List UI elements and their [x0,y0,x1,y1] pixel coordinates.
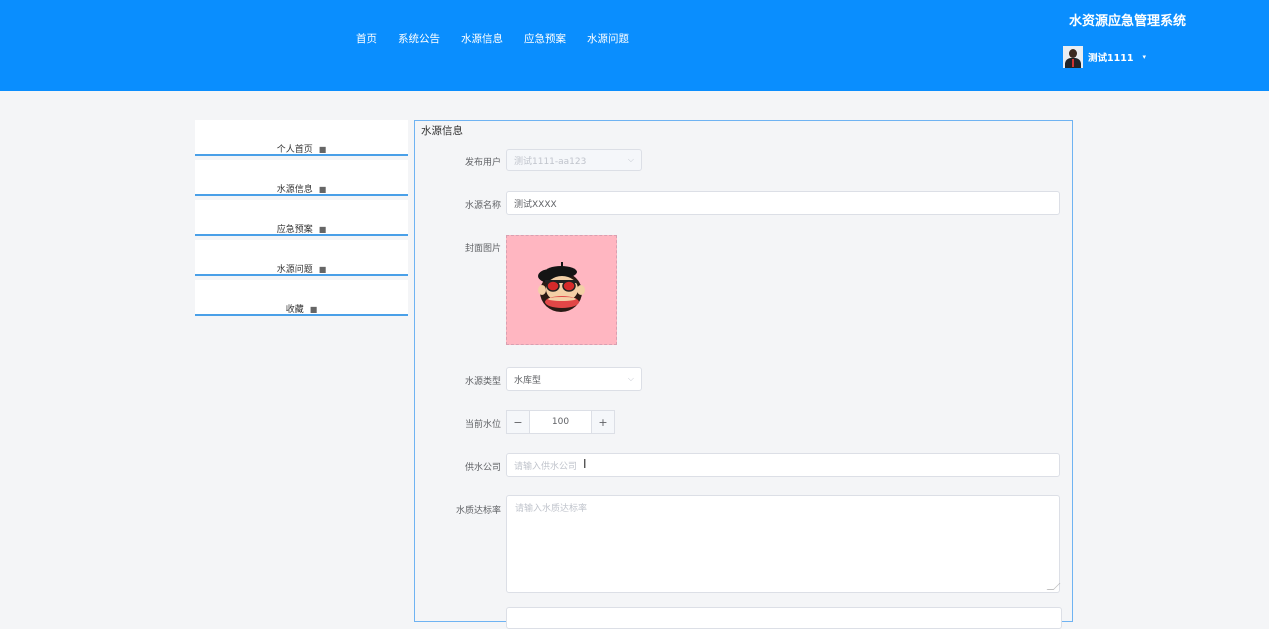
water-source-form-panel: 水源信息 发布用户 测试1111-aa123 ⌵ 水源名称 测试XXXX 封面图… [414,120,1073,629]
quality-placeholder: 请输入水质达标率 [515,504,588,514]
publisher-label: 发布用户 [464,158,501,168]
sidebar-item-emergency-plans[interactable]: 应急预案 ■ [195,200,408,236]
briefcase-icon: ■ [309,305,318,314]
supply-company-input[interactable]: 请输入供水公司 [506,453,1060,477]
type-value: 水库型 [514,375,542,386]
sidebar-item-label: 水源问题 [276,265,313,275]
quality-label: 水质达标率 [455,506,501,516]
level-label: 当前水位 [464,420,501,430]
sidebar-item-profile[interactable]: 个人首页 ■ [195,120,408,156]
nav-water-source-info[interactable]: 水源信息 [461,31,503,46]
avatar [1063,46,1083,68]
water-level-input[interactable]: 100 [530,410,591,434]
panel-title: 水源信息 [421,125,463,137]
monkey-avatar-image [538,262,585,312]
water-source-type-select[interactable]: 水库型 ⌵ [506,367,642,391]
app-title: 水资源应急管理系统 [1069,14,1187,29]
chevron-down-icon: ⌵ [627,155,634,164]
nav-announcements[interactable]: 系统公告 [398,31,440,46]
company-placeholder: 请输入供水公司 [514,461,578,472]
main-nav: 首页 系统公告 水源信息 应急预案 水源问题 [356,31,650,46]
sidebar-item-label: 水源信息 [276,185,313,195]
sidebar-item-label: 收藏 [285,305,304,315]
publisher-value: 测试1111-aa123 [514,156,587,167]
sidebar-item-water-source-info[interactable]: 水源信息 ■ [195,160,408,196]
user-menu[interactable]: 测试1111 ▾ [1063,46,1146,68]
sidebar-item-label: 个人首页 [276,145,313,155]
briefcase-icon: ■ [318,225,327,234]
nav-home[interactable]: 首页 [356,31,377,46]
briefcase-icon: ■ [318,185,327,194]
water-quality-textarea[interactable]: 请输入水质达标率 [506,495,1061,593]
name-label: 水源名称 [464,201,501,211]
nav-emergency-plans[interactable]: 应急预案 [524,31,566,46]
cover-label: 封面图片 [464,244,501,254]
top-header: 首页 系统公告 水源信息 应急预案 水源问题 水资源应急管理系统 测试1111 … [0,0,1269,91]
chevron-down-icon: ⌵ [627,374,634,383]
name-value: 测试XXXX [514,199,557,210]
cover-image-upload[interactable] [506,235,617,345]
sidebar-item-favorites[interactable]: 收藏 ■ [195,280,408,316]
company-label: 供水公司 [464,463,501,473]
next-field-input[interactable] [506,607,1062,629]
resize-handle-icon[interactable] [1046,583,1061,590]
decrement-button[interactable]: − [506,410,530,434]
water-source-name-input[interactable]: 测试XXXX [506,191,1060,215]
user-name: 测试1111 [1088,53,1134,64]
caret-down-icon: ▾ [1142,53,1146,61]
sidebar: 个人首页 ■ 水源信息 ■ 应急预案 ■ 水源问题 ■ 收藏 ■ [195,120,408,320]
briefcase-icon: ■ [318,145,327,154]
sidebar-item-water-issues[interactable]: 水源问题 ■ [195,240,408,276]
publisher-select[interactable]: 测试1111-aa123 ⌵ [506,149,642,171]
type-label: 水源类型 [464,377,501,387]
sidebar-item-label: 应急预案 [276,225,313,235]
water-level-stepper: − 100 + [506,410,615,434]
nav-water-issues[interactable]: 水源问题 [587,31,629,46]
increment-button[interactable]: + [591,410,615,434]
text-cursor-icon: I [583,457,587,471]
briefcase-icon: ■ [318,265,327,274]
